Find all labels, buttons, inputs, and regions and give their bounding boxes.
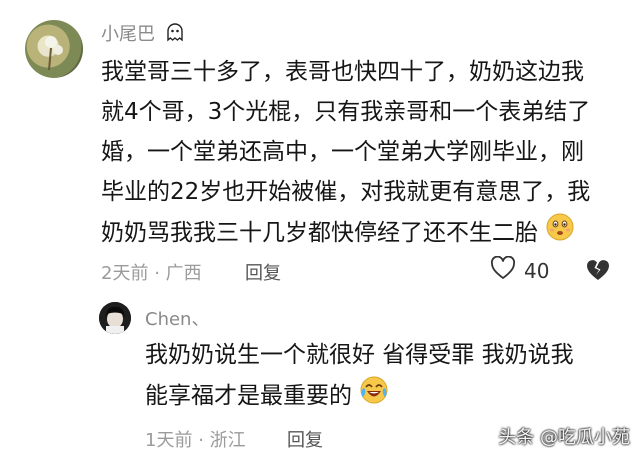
comment-line-text: 能享福才是最重要的 [145, 383, 352, 409]
comment-line: 我奶奶说生一个就很好 省得受罪 我奶说我 [145, 342, 574, 368]
comment-line: 能享福才是最重要的 [145, 375, 625, 418]
flower-avatar-art [41, 36, 63, 71]
username[interactable]: Chen、 [145, 305, 209, 331]
timestamp: 1天前 [145, 430, 193, 451]
username[interactable]: 小尾巴 [101, 20, 185, 47]
location: 广西 [165, 263, 202, 284]
heart-outline-icon [490, 255, 516, 285]
watermark: 头条 @吃瓜小苑 [498, 427, 630, 448]
meta-separator: · [154, 263, 160, 284]
meta-separator: · [198, 430, 204, 451]
like-count: 40 [524, 258, 550, 283]
broken-heart-icon [585, 260, 611, 286]
worried-face-emoji [545, 212, 575, 255]
comment-line: 毕业的22岁也开始被催，对我就更有意思了，我 [101, 179, 591, 205]
ghost-icon [165, 22, 185, 47]
reply-button[interactable]: 回复 [245, 259, 281, 285]
comment-line-text: 奶奶骂我我三十几岁都快停经了还不生二胎 [101, 220, 538, 246]
location: 浙江 [209, 430, 246, 451]
reply-button[interactable]: 回复 [287, 426, 323, 452]
avatar-art [99, 302, 131, 334]
comment-line: 我堂哥三十多了，表哥也快四十了，奶奶这边我 [101, 59, 584, 85]
comment-meta: 1天前 · 浙江 [145, 426, 246, 452]
avatar[interactable] [25, 20, 83, 78]
crying-laughing-emoji [359, 375, 389, 418]
comment-meta: 2天前 · 广西 [101, 259, 202, 285]
avatar[interactable] [99, 302, 131, 334]
username-text[interactable]: 小尾巴 [101, 24, 155, 45]
comment-text: 我奶奶说生一个就很好 省得受罪 我奶说我 能享福才是最重要的 [145, 335, 625, 418]
timestamp: 2天前 [101, 263, 149, 284]
comment-line: 婚，一个堂弟还高中，一个堂弟大学刚毕业，刚 [101, 139, 584, 165]
dislike-button[interactable] [585, 258, 611, 286]
comment-text: 我堂哥三十多了，表哥也快四十了，奶奶这边我 就4个哥，3个光棍，只有我亲哥和一个… [101, 52, 621, 255]
comment-line: 就4个哥，3个光棍，只有我亲哥和一个表弟结了 [101, 99, 591, 125]
comment-line: 奶奶骂我我三十几岁都快停经了还不生二胎 [101, 212, 621, 255]
like-button[interactable]: 40 [490, 255, 550, 285]
